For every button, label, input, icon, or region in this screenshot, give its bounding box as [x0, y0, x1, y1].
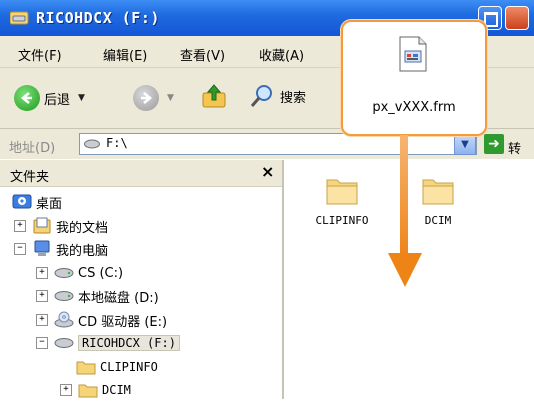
arrow-down-icon [388, 135, 422, 287]
chevron-down-icon: ▼ [461, 138, 469, 150]
tree-item-clipinfo[interactable]: CLIPINFO [76, 356, 158, 378]
tree-item-desktop[interactable]: 桌面 [12, 191, 62, 213]
tree-label: 我的电脑 [56, 243, 109, 259]
expand-icon[interactable]: + [36, 290, 48, 302]
explorer-window: RICOHDCX (F:) 文件(F) 编辑(E) 查看(V) 收藏(A) 后退… [0, 0, 534, 399]
collapse-icon[interactable]: − [14, 243, 26, 255]
search-button[interactable]: 搜索 [248, 82, 306, 110]
drive-icon [84, 139, 100, 149]
my-computer-icon [34, 240, 50, 256]
expand-icon[interactable]: + [60, 384, 72, 396]
drive-icon [54, 291, 74, 301]
forward-arrow-icon [133, 85, 159, 111]
file-callout: px_vXXX.frm [341, 20, 487, 136]
folders-pane: 文件夹 × 桌面 + 我的文档 − 我的电脑 + CS (C:) + 本地磁盘 … [0, 160, 284, 399]
menu-favorites[interactable]: 收藏(A) [259, 45, 304, 64]
my-documents-icon [33, 217, 51, 234]
desktop-icon [12, 194, 32, 209]
folder-icon [78, 384, 98, 398]
search-icon [250, 85, 272, 107]
removable-drive-icon [54, 338, 74, 348]
tree-label: CLIPINFO [100, 360, 158, 374]
tree-label: 本地磁盘 (D:) [78, 290, 159, 306]
up-button[interactable] [200, 82, 228, 110]
expand-icon[interactable]: + [36, 314, 48, 326]
folder-icon [326, 179, 358, 205]
menu-view[interactable]: 查看(V) [180, 45, 225, 64]
drive-icon [54, 268, 74, 278]
tree-label: CS (C:) [78, 265, 124, 281]
cd-drive-icon [54, 311, 74, 328]
folder-name: CLIPINFO [315, 214, 369, 227]
go-arrow-icon: ➜ [488, 136, 500, 152]
collapse-icon[interactable]: − [36, 337, 48, 349]
go-button[interactable]: ➜ [484, 134, 504, 154]
tree-label: CD 驱动器 (E:) [78, 314, 168, 330]
tree-item-dcim[interactable]: + DCIM [60, 379, 131, 401]
forward-button[interactable]: ▼ [133, 85, 174, 111]
up-folder-icon [202, 84, 226, 108]
expand-icon[interactable]: + [14, 220, 26, 232]
drive-folder-icon [10, 11, 29, 25]
back-label: 后退 [44, 92, 71, 108]
back-button[interactable]: 后退 ▼ [14, 85, 85, 111]
search-label: 搜索 [280, 90, 307, 106]
window-title: RICOHDCX (F:) [36, 9, 160, 27]
close-pane-icon[interactable]: × [261, 162, 274, 181]
tree-item-my-computer[interactable]: − 我的电脑 [14, 238, 108, 260]
close-button[interactable] [505, 6, 529, 30]
tree-item-my-documents[interactable]: + 我的文档 [14, 215, 108, 237]
back-dropdown-icon[interactable]: ▼ [78, 93, 85, 103]
back-arrow-icon [14, 85, 40, 111]
menu-file[interactable]: 文件(F) [18, 45, 62, 64]
folder-icon [76, 361, 96, 375]
folder-clipinfo[interactable]: CLIPINFO [310, 174, 374, 227]
tree-label: DCIM [102, 383, 131, 397]
forward-dropdown-icon[interactable]: ▼ [167, 93, 174, 103]
tree-item-drive-f[interactable]: − RICOHDCX (F:) [36, 332, 180, 354]
tree-item-drive-c[interactable]: + CS (C:) [36, 262, 123, 284]
folders-pane-header: 文件夹 × [0, 160, 282, 187]
address-value: F:\ [106, 136, 128, 150]
tree-label: RICOHDCX (F:) [78, 335, 180, 351]
tree-label: 桌面 [36, 196, 63, 212]
folders-pane-title: 文件夹 [10, 170, 50, 185]
go-label[interactable]: 转 [508, 138, 521, 157]
tree-item-drive-e[interactable]: + CD 驱动器 (E:) [36, 309, 167, 331]
address-label: 地址(D) [9, 141, 56, 156]
maximize-icon [484, 12, 498, 27]
menu-edit[interactable]: 编辑(E) [103, 45, 147, 64]
frm-file-icon [399, 36, 427, 72]
tree-item-drive-d[interactable]: + 本地磁盘 (D:) [36, 285, 159, 307]
tree-label: 我的文档 [56, 220, 109, 236]
address-dropdown-button[interactable]: ▼ [454, 133, 476, 155]
expand-icon[interactable]: + [36, 267, 48, 279]
callout-filename: px_vXXX.frm [372, 100, 456, 115]
folder-icon [422, 179, 454, 205]
